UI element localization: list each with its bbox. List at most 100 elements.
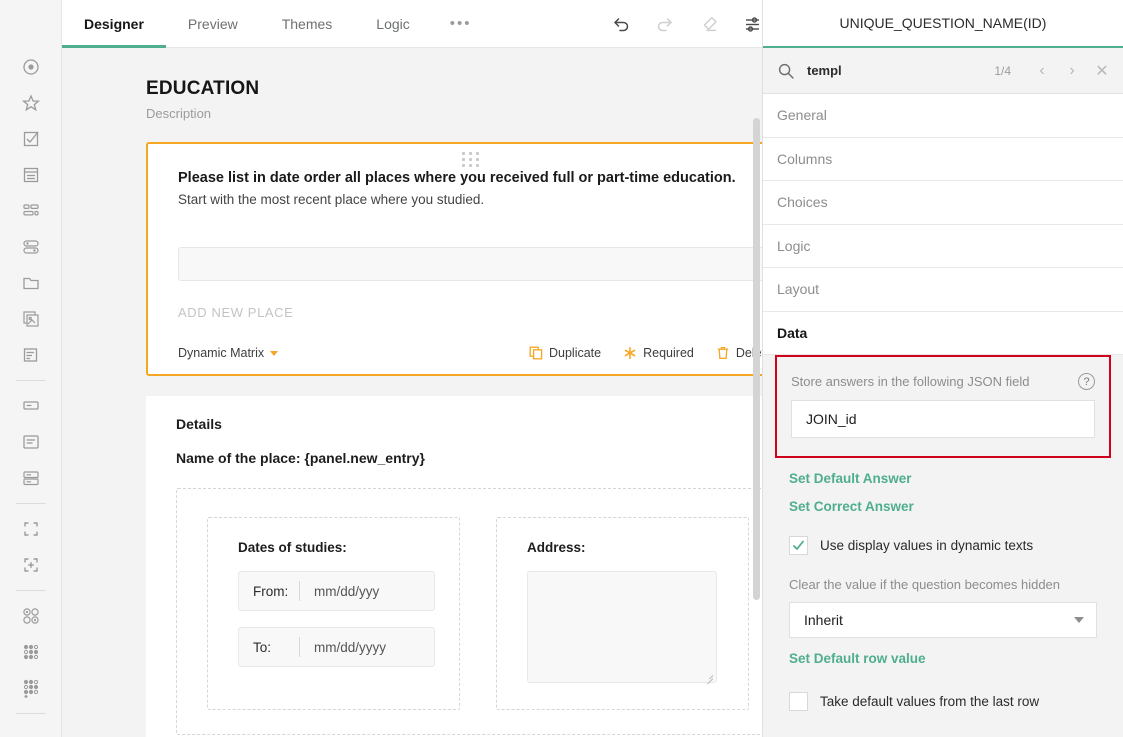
default-row-links: Set Default row value bbox=[763, 651, 1123, 666]
tab-more-menu[interactable]: ••• bbox=[432, 0, 490, 48]
survey-creator-app: Designer Preview Themes Logic ••• bbox=[0, 0, 1123, 737]
question-actions: Duplicate Required Delete bbox=[529, 346, 762, 360]
panel-dynamic-icon[interactable] bbox=[16, 547, 46, 583]
json-field-label-row: Store answers in the following JSON fiel… bbox=[791, 373, 1095, 390]
duplicate-button[interactable]: Duplicate bbox=[529, 346, 601, 360]
single-input-icon[interactable] bbox=[16, 388, 46, 424]
checkbox-icon[interactable] bbox=[16, 121, 46, 157]
use-display-values-checkbox[interactable] bbox=[789, 536, 808, 555]
image-icon[interactable] bbox=[16, 301, 46, 337]
take-default-values-checkbox[interactable] bbox=[789, 692, 808, 711]
field-divider-2 bbox=[299, 637, 300, 657]
folder-icon[interactable] bbox=[16, 265, 46, 301]
clear-value-label: Clear the value if the question becomes … bbox=[763, 577, 1123, 592]
accordion-logic-label: Logic bbox=[777, 238, 810, 254]
json-field-highlight: Store answers in the following JSON fiel… bbox=[775, 355, 1111, 458]
tab-designer[interactable]: Designer bbox=[62, 0, 166, 48]
clear-value-select[interactable]: Inherit bbox=[789, 602, 1097, 638]
date-to-field[interactable]: To: mm/dd/yyyy bbox=[238, 627, 435, 667]
design-canvas: EDUCATION Description Please list in dat… bbox=[62, 48, 762, 737]
address-textarea[interactable] bbox=[527, 571, 717, 683]
matrix-dynamic-icon[interactable] bbox=[16, 670, 46, 706]
use-display-values-row[interactable]: Use display values in dynamic texts bbox=[763, 536, 1123, 555]
dates-label: Dates of studies: bbox=[238, 540, 435, 555]
accordion-general-label: General bbox=[777, 107, 827, 123]
accordion-item-layout[interactable]: Layout bbox=[763, 268, 1123, 312]
data-section-body: Store answers in the following JSON fiel… bbox=[763, 355, 1123, 711]
search-prev-button[interactable]: ‹ bbox=[1033, 62, 1051, 80]
chevron-down-icon bbox=[1074, 617, 1084, 623]
matrix-single-icon[interactable] bbox=[16, 598, 46, 634]
search-result-count: 1/4 bbox=[994, 64, 1011, 78]
date-from-field[interactable]: From: mm/dd/yyy bbox=[238, 571, 435, 611]
designer-main: Designer Preview Themes Logic ••• bbox=[62, 0, 762, 737]
accordion-item-general[interactable]: General bbox=[763, 94, 1123, 138]
set-default-row-value-link[interactable]: Set Default row value bbox=[789, 651, 1097, 666]
question-footer: Dynamic Matrix Duplicate Required bbox=[178, 346, 762, 360]
chevron-down-icon bbox=[270, 351, 278, 356]
redo-icon[interactable] bbox=[654, 13, 676, 35]
multiple-text-icon[interactable] bbox=[16, 460, 46, 496]
rail-divider bbox=[16, 380, 46, 381]
main-tabs: Designer Preview Themes Logic ••• bbox=[62, 0, 490, 48]
set-default-answer-link[interactable]: Set Default Answer bbox=[789, 471, 1097, 486]
signature-icon[interactable] bbox=[16, 337, 46, 373]
question-type-label: Dynamic Matrix bbox=[178, 346, 264, 360]
property-grid-panel: UNIQUE_QUESTION_NAME(ID) templ 1/4 ‹ › ✕… bbox=[762, 0, 1123, 737]
add-new-place-button[interactable]: ADD NEW PLACE bbox=[178, 305, 762, 320]
text-block-icon[interactable] bbox=[16, 157, 46, 193]
required-asterisk-icon bbox=[623, 346, 637, 360]
toggle-list-icon[interactable] bbox=[16, 229, 46, 265]
tab-themes[interactable]: Themes bbox=[260, 0, 355, 48]
eraser-icon[interactable] bbox=[698, 13, 720, 35]
help-icon[interactable]: ? bbox=[1078, 373, 1095, 390]
date-to-label: To: bbox=[253, 640, 299, 655]
page-description: Description bbox=[146, 106, 740, 121]
question-card-selected[interactable]: Please list in date order all places whe… bbox=[146, 142, 762, 376]
tab-logic[interactable]: Logic bbox=[354, 0, 431, 48]
address-label: Address: bbox=[527, 540, 724, 555]
required-button[interactable]: Required bbox=[623, 346, 694, 360]
dates-column[interactable]: Dates of studies: From: mm/dd/yyy To: mm… bbox=[207, 517, 460, 710]
comment-icon[interactable] bbox=[16, 424, 46, 460]
question-type-dropdown[interactable]: Dynamic Matrix bbox=[178, 346, 278, 360]
search-icon bbox=[777, 62, 795, 80]
tab-logic-label: Logic bbox=[376, 16, 409, 32]
trash-icon bbox=[716, 346, 730, 360]
take-default-values-row[interactable]: Take default values from the last row bbox=[763, 692, 1123, 711]
search-next-button[interactable]: › bbox=[1063, 62, 1081, 80]
resize-grip-icon[interactable] bbox=[705, 671, 713, 679]
set-correct-answer-link[interactable]: Set Correct Answer bbox=[789, 499, 1097, 514]
matrix-row-placeholder[interactable] bbox=[178, 247, 762, 281]
rail-divider-2 bbox=[16, 503, 46, 504]
canvas-scrollbar[interactable] bbox=[753, 118, 760, 600]
matrix-multiple-icon[interactable] bbox=[16, 634, 46, 670]
rail-divider-4 bbox=[16, 713, 46, 714]
tab-preview[interactable]: Preview bbox=[166, 0, 260, 48]
rail-divider-3 bbox=[16, 590, 46, 591]
accordion-item-choices[interactable]: Choices bbox=[763, 181, 1123, 225]
checkmark-icon bbox=[792, 539, 805, 552]
clear-value-selected: Inherit bbox=[804, 612, 843, 628]
ranking-icon[interactable] bbox=[16, 193, 46, 229]
details-title: Details bbox=[176, 416, 762, 432]
json-field-value: JOIN_id bbox=[806, 411, 857, 427]
json-field-input[interactable]: JOIN_id bbox=[791, 400, 1095, 438]
undo-icon[interactable] bbox=[610, 13, 632, 35]
settings-sliders-icon[interactable] bbox=[742, 13, 764, 35]
radio-button-icon[interactable] bbox=[16, 49, 46, 85]
panel-icon[interactable] bbox=[16, 511, 46, 547]
accordion-item-columns[interactable]: Columns bbox=[763, 138, 1123, 182]
star-icon[interactable] bbox=[16, 85, 46, 121]
toolbox-rail bbox=[0, 0, 62, 737]
accordion-item-data[interactable]: Data bbox=[763, 312, 1123, 356]
default-answer-links: Set Default Answer Set Correct Answer bbox=[763, 471, 1123, 514]
property-search-bar[interactable]: templ 1/4 ‹ › ✕ bbox=[763, 48, 1123, 94]
details-panel[interactable]: Details Name of the place: {panel.new_en… bbox=[146, 396, 762, 737]
property-panel-title: UNIQUE_QUESTION_NAME(ID) bbox=[840, 15, 1047, 31]
address-column[interactable]: Address: bbox=[496, 517, 749, 710]
search-input[interactable]: templ bbox=[807, 63, 982, 78]
search-close-button[interactable]: ✕ bbox=[1093, 62, 1111, 80]
drag-handle-icon[interactable] bbox=[462, 152, 480, 167]
accordion-item-logic[interactable]: Logic bbox=[763, 225, 1123, 269]
